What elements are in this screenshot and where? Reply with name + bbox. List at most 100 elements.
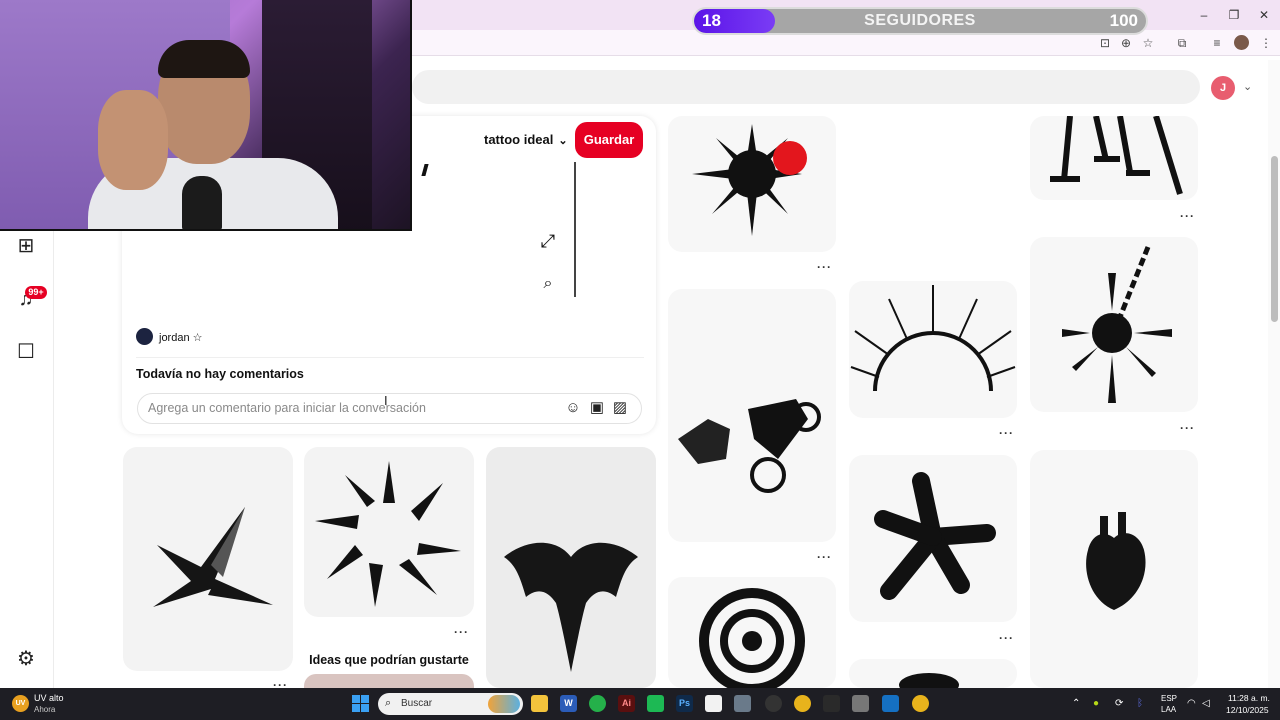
zoom-icon[interactable]: ⊕ (1117, 34, 1135, 52)
tray-app-icon[interactable]: ● (1093, 698, 1099, 709)
green-app-icon[interactable] (647, 695, 664, 712)
pin-more-button[interactable]: ··· (1180, 209, 1195, 223)
screen: – ❐ ✕ ⊡ ⊕ ☆ ⧉ ≡ ⋮ 18 SEGUIDORES 100 J ⌄ … (0, 0, 1280, 720)
pin-graffiti-star[interactable] (849, 455, 1017, 622)
follower-goal: 100 (1109, 11, 1138, 30)
clock-date[interactable]: 12/10/2025 (1226, 705, 1269, 715)
visual-search-icon[interactable]: ⌕ (538, 274, 558, 294)
pin-spiky-heart[interactable] (668, 116, 836, 252)
messages-icon[interactable]: ☐ (15, 341, 37, 363)
windows-start-icon[interactable] (352, 695, 369, 712)
webcam-person-hair (158, 40, 250, 78)
monitor-icon[interactable] (882, 695, 899, 712)
close-button[interactable]: ✕ (1252, 6, 1276, 24)
pin-nails[interactable] (1030, 116, 1198, 200)
follower-goal-bar: 18 SEGUIDORES 100 (692, 7, 1148, 35)
emoji-icon[interactable]: ☺ (564, 399, 582, 417)
chevron-down-icon: ⌄ (558, 135, 568, 147)
notifications-badge: 99+ (25, 286, 47, 299)
pin-spiky-star[interactable] (123, 447, 293, 671)
file-explorer-icon[interactable] (531, 695, 548, 712)
menu-icon[interactable]: ⋮ (1257, 34, 1275, 52)
motorbike-horse-icon (678, 399, 821, 493)
weather-icon[interactable]: UV (12, 695, 29, 712)
divider (136, 357, 644, 358)
pin-more-button[interactable]: ··· (454, 625, 469, 639)
image-upload-icon[interactable]: ▨ (611, 399, 629, 417)
follower-label: SEGUIDORES (864, 12, 976, 29)
author-name[interactable]: jordan ☆ (159, 331, 203, 344)
scrollbar-thumb[interactable] (1271, 156, 1278, 322)
spiky-star-icon (153, 507, 273, 607)
calculator-icon[interactable] (734, 695, 751, 712)
pin-more-button[interactable]: ··· (999, 426, 1014, 440)
save-button[interactable]: Guardar (575, 122, 643, 158)
blob-icon (899, 673, 959, 688)
bat-icon (504, 542, 638, 672)
extensions-icon[interactable]: ⧉ (1173, 34, 1191, 52)
weather-title[interactable]: UV alto (34, 693, 64, 703)
search-input[interactable] (412, 70, 1200, 104)
webcam-overlay (0, 0, 412, 231)
keyboard-layout-indicator[interactable]: LAA (1161, 705, 1176, 714)
settings-icon[interactable]: ⚙ (15, 648, 37, 670)
sticker-icon[interactable]: ▣ (588, 399, 606, 417)
notepad-icon[interactable] (705, 695, 722, 712)
media-icon[interactable]: ≡ (1208, 34, 1226, 52)
chevron-down-icon[interactable]: ⌄ (1243, 80, 1252, 93)
clock-time[interactable]: 11:28 a. m. (1228, 693, 1270, 703)
spiral-icon (699, 588, 805, 688)
chrome-icon[interactable] (794, 695, 811, 712)
weather-subtitle[interactable]: Ahora (34, 705, 55, 714)
nails-icon (1050, 116, 1183, 195)
pin-sun-shards[interactable] (304, 447, 474, 617)
scrollbar[interactable] (1268, 60, 1280, 688)
pin-motorbike-horse[interactable] (668, 289, 836, 542)
printer-icon[interactable] (852, 695, 869, 712)
taskbar-search-label: Buscar (401, 698, 433, 709)
comments-title: Todavía no hay comentarios (136, 367, 304, 381)
word-icon[interactable]: W (560, 695, 577, 712)
wifi-icon[interactable]: ◠ (1187, 698, 1196, 709)
profile-avatar[interactable] (1234, 35, 1249, 50)
webcam-microphone (182, 176, 222, 229)
bookmark-star-icon[interactable]: ☆ (1139, 34, 1157, 52)
graffiti-star-icon (874, 472, 996, 600)
pin-more-button[interactable]: ··· (1180, 421, 1195, 435)
search-highlight-icon (488, 695, 520, 713)
pin-spiral[interactable] (668, 577, 836, 688)
restore-button[interactable]: ❐ (1222, 6, 1246, 24)
expand-icon[interactable]: ⤢ (538, 231, 558, 251)
whatsapp-icon[interactable] (589, 695, 606, 712)
thorn-arc-icon (850, 285, 1016, 392)
tray-sync-icon[interactable]: ⟳ (1115, 698, 1123, 709)
pin-more-button[interactable]: ··· (817, 550, 832, 564)
text-cursor-icon: I (384, 393, 388, 408)
user-avatar[interactable]: J (1211, 76, 1235, 100)
pin-partial[interactable] (849, 659, 1017, 688)
pin-anatomical-heart[interactable] (1030, 450, 1198, 688)
sun-shards-icon (315, 461, 461, 607)
illustrator-icon[interactable]: Ai (618, 695, 635, 712)
search-icon: ⌕ (385, 697, 392, 709)
pin-more-button[interactable]: ··· (817, 260, 832, 274)
photoshop-icon[interactable]: Ps (676, 695, 693, 712)
volume-icon[interactable]: ◁ (1202, 698, 1210, 709)
tray-bluetooth-icon[interactable]: ᛒ (1137, 698, 1143, 709)
pin-chain-mace[interactable] (1030, 237, 1198, 412)
pin-more-button[interactable]: ··· (999, 631, 1014, 645)
board-select[interactable]: tattoo ideal ⌄ (484, 132, 568, 147)
pin-bat[interactable] (486, 447, 656, 688)
install-icon[interactable]: ⊡ (1096, 34, 1114, 52)
pin-image-edge (574, 162, 576, 297)
capcut-icon[interactable] (823, 695, 840, 712)
language-indicator[interactable]: ESP (1161, 694, 1177, 703)
board-select-label: tattoo ideal (484, 132, 554, 147)
create-icon[interactable]: ⊞ (15, 235, 37, 257)
tray-overflow-icon[interactable]: ⌃ (1072, 698, 1080, 709)
minimize-button[interactable]: – (1192, 6, 1216, 24)
author-avatar[interactable] (136, 328, 153, 345)
obs-icon[interactable] (765, 695, 782, 712)
pin-thorn-arc[interactable] (849, 281, 1017, 418)
chrome-active-icon[interactable] (912, 695, 929, 712)
